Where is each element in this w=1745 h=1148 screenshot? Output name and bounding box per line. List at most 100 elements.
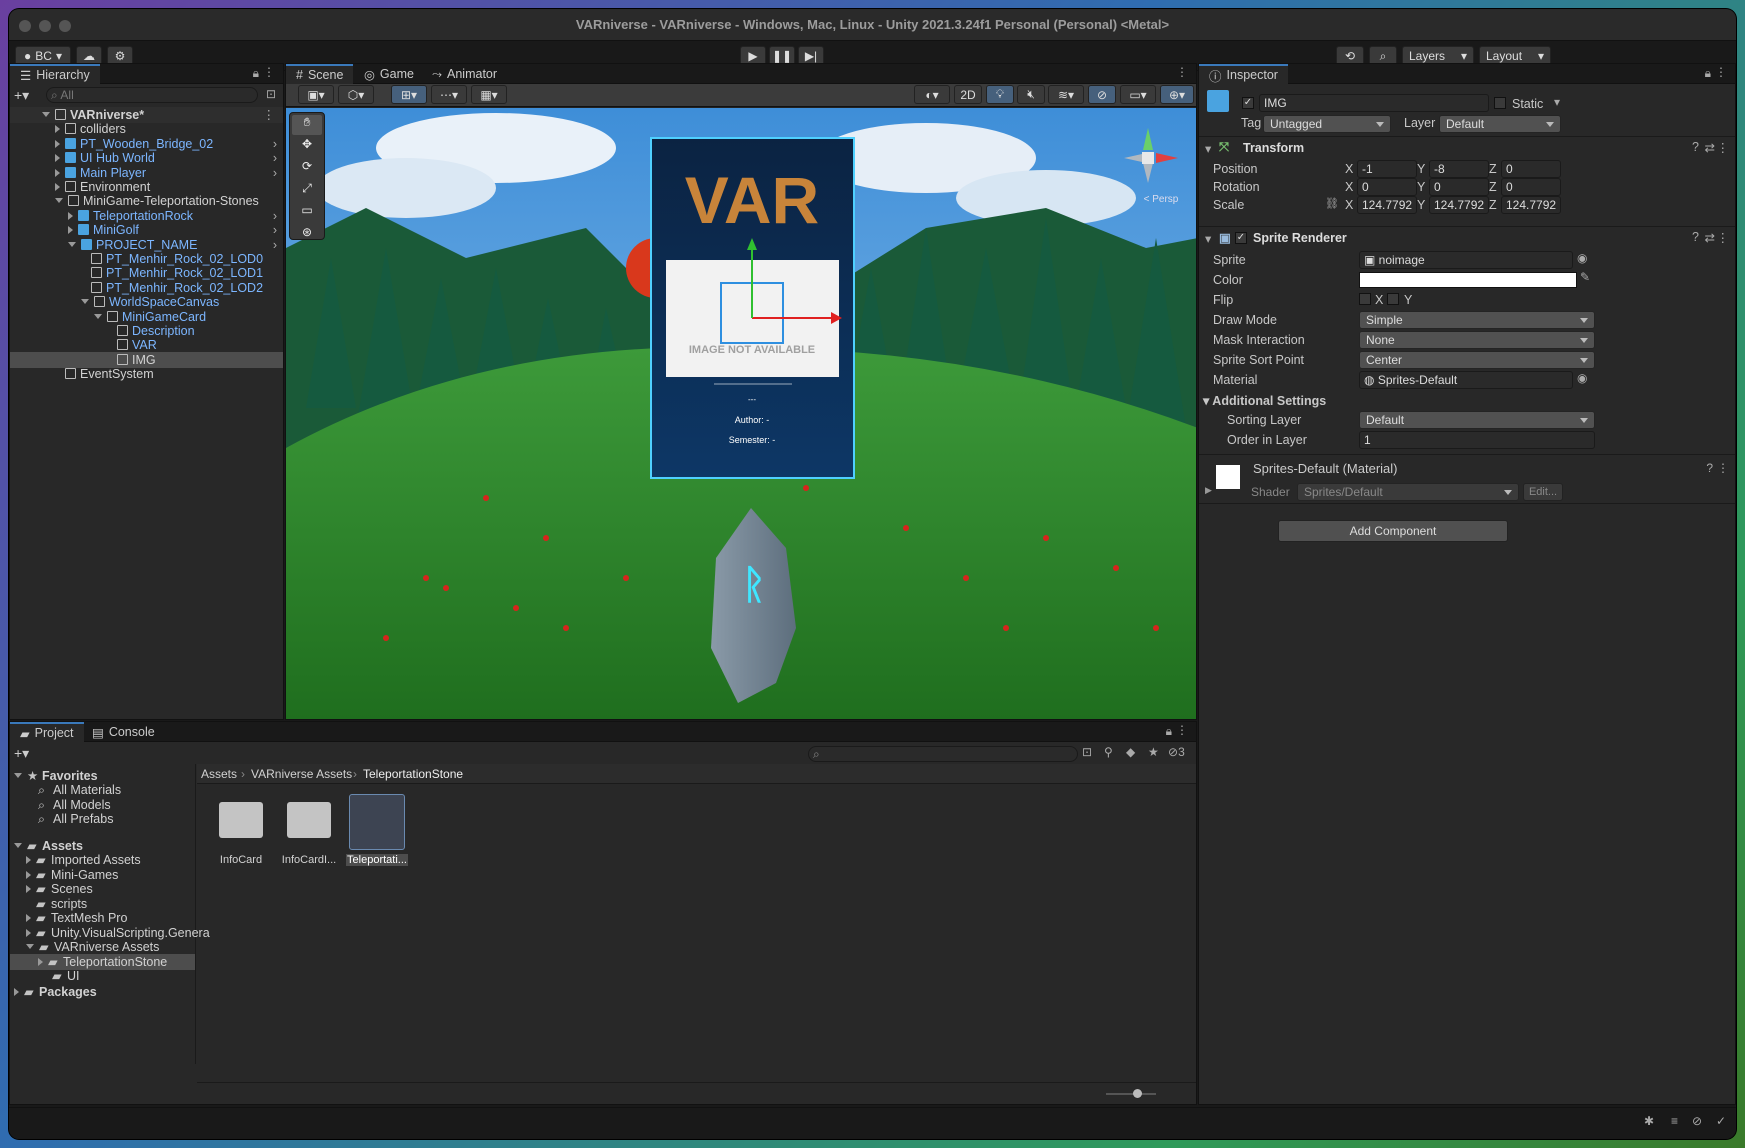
axis-label[interactable]: Y: [1417, 198, 1425, 212]
hierarchy-search-input[interactable]: ⌕ All: [46, 87, 258, 103]
tab-hierarchy[interactable]: ☰ Hierarchy: [10, 64, 100, 84]
shader-dropdown[interactable]: Sprites/Default: [1297, 483, 1519, 501]
asset-item[interactable]: InfoCard: [210, 792, 272, 872]
chevron-right-icon[interactable]: ▶: [1205, 485, 1212, 496]
chevron-right-icon[interactable]: [38, 957, 43, 966]
flip-y-checkbox[interactable]: [1387, 293, 1399, 305]
more-icon[interactable]: ⋮: [1717, 461, 1729, 475]
edit-shader-button[interactable]: Edit...: [1523, 483, 1563, 501]
zoom-slider-thumb[interactable]: [1133, 1089, 1142, 1098]
hand-tool-icon[interactable]: ✋︎: [292, 115, 322, 135]
flip-x-checkbox[interactable]: [1359, 293, 1371, 305]
chevron-right-icon[interactable]: [26, 885, 31, 893]
transform-tool-icon[interactable]: ⊛: [292, 225, 322, 245]
eyedropper-icon[interactable]: ✎: [1580, 270, 1590, 284]
link-icon[interactable]: ⛓: [1325, 197, 1339, 210]
active-checkbox[interactable]: ✓: [1242, 97, 1254, 109]
transform-position-x-field[interactable]: -1: [1357, 160, 1417, 178]
lock-icon[interactable]: 🔒︎: [1166, 724, 1172, 739]
asset-item[interactable]: InfoCardI...: [278, 792, 340, 872]
layer-dropdown[interactable]: Default: [1439, 115, 1561, 133]
chevron-right-icon[interactable]: [55, 139, 60, 148]
scene-viewport[interactable]: VAR IMAGE NOT AVAILABLE --- Author: - Se…: [286, 108, 1196, 719]
transform-scale-y-field[interactable]: 124.7792: [1429, 196, 1489, 214]
sprite-renderer-enabled-checkbox[interactable]: ✓: [1235, 232, 1247, 244]
lock-icon[interactable]: 🔒︎: [1705, 66, 1711, 81]
rotate-tool-icon[interactable]: ⟳: [292, 159, 322, 179]
move-tool-icon[interactable]: ✥: [292, 137, 322, 157]
help-icon[interactable]: ?: [1692, 140, 1699, 154]
chevron-right-icon[interactable]: [55, 125, 60, 134]
breadcrumb-assets[interactable]: Assets: [201, 767, 237, 781]
add-object-button[interactable]: +▾: [14, 87, 40, 103]
chevron-down-icon[interactable]: [14, 843, 22, 848]
favorite-search[interactable]: ⌕ All Prefabs: [10, 811, 195, 827]
sprite-renderer-header[interactable]: ▾ ▣ ✓ Sprite Renderer ? ⇄ ⋮: [1199, 226, 1735, 248]
search-by-type-icon[interactable]: ⊡: [1082, 745, 1092, 759]
object-picker-icon[interactable]: ◉: [1577, 251, 1587, 265]
axis-label[interactable]: X: [1345, 162, 1353, 176]
chevron-down-icon[interactable]: [81, 299, 89, 305]
more-icon[interactable]: ⋮: [1717, 140, 1730, 155]
create-asset-button[interactable]: +▾: [14, 745, 29, 762]
toggle-2d-button[interactable]: 2D: [954, 85, 982, 104]
chevron-down-icon[interactable]: [42, 112, 50, 117]
chevron-down-icon[interactable]: [26, 944, 34, 949]
more-icon[interactable]: ⋮: [263, 65, 275, 79]
add-component-button[interactable]: Add Component: [1278, 520, 1508, 542]
network-icon[interactable]: ⊘: [1692, 1114, 1702, 1128]
axis-label[interactable]: Z: [1489, 198, 1497, 212]
effects-button[interactable]: ◐▾: [914, 85, 950, 104]
asset-item[interactable]: Teleportati...: [346, 792, 408, 872]
color-swatch[interactable]: [1359, 272, 1577, 288]
transform-rotation-y-field[interactable]: 0: [1429, 178, 1489, 196]
chevron-right-icon[interactable]: [26, 856, 31, 864]
hierarchy-item[interactable]: EventSystem: [10, 366, 283, 382]
help-icon[interactable]: ?: [1706, 461, 1713, 475]
render-mode-button[interactable]: ⬡▾: [338, 85, 374, 104]
draw-mode-dropdown[interactable]: Simple: [1359, 311, 1595, 329]
project-search-input[interactable]: ⌕: [808, 746, 1078, 762]
more-icon[interactable]: ⋮: [1715, 65, 1727, 79]
more-icon[interactable]: ⋮: [1176, 723, 1188, 737]
audio-button[interactable]: 🔇︎: [1017, 85, 1045, 104]
more-icon[interactable]: ⋮: [1176, 65, 1188, 79]
hidden-packages-icon[interactable]: ⊘3: [1168, 745, 1185, 759]
tab-project[interactable]: ▰ Project: [10, 722, 84, 742]
order-in-layer-field[interactable]: 1: [1359, 431, 1595, 449]
snap-increment-button[interactable]: ⋯▾: [431, 85, 467, 104]
filter-icon[interactable]: ⚲: [1104, 745, 1113, 759]
breadcrumb-teleportationstone[interactable]: TeleportationStone: [363, 767, 463, 781]
transform-position-z-field[interactable]: 0: [1501, 160, 1561, 178]
grid-visibility-button[interactable]: ▦▾: [471, 85, 507, 104]
additional-settings-foldout[interactable]: ▾ Additional Settings: [1203, 393, 1326, 408]
static-checkbox[interactable]: [1494, 97, 1506, 109]
draw-mode-button[interactable]: ▣▾: [298, 85, 334, 104]
transform-scale-x-field[interactable]: 124.7792: [1357, 196, 1417, 214]
axis-label[interactable]: Y: [1417, 180, 1425, 194]
tab-inspector[interactable]: ⓘ Inspector: [1199, 64, 1288, 84]
chevron-right-icon[interactable]: [14, 988, 19, 996]
chevron-right-icon[interactable]: [55, 154, 60, 163]
axis-label[interactable]: X: [1345, 180, 1353, 194]
tab-console[interactable]: ▤ Console: [82, 722, 165, 742]
lighting-button[interactable]: 💡︎: [986, 85, 1014, 104]
object-picker-icon[interactable]: ◉: [1577, 371, 1587, 385]
transform-rotation-x-field[interactable]: 0: [1357, 178, 1417, 196]
chevron-right-icon[interactable]: [68, 211, 73, 220]
transform-rotation-z-field[interactable]: 0: [1501, 178, 1561, 196]
chevron-right-icon[interactable]: [26, 914, 31, 922]
help-icon[interactable]: ?: [1692, 230, 1699, 244]
camera-button[interactable]: ▭▾: [1120, 85, 1156, 104]
transform-header[interactable]: ▾ ⤧ Transform ? ⇄ ⋮: [1199, 136, 1735, 158]
sprite-field[interactable]: ▣ noimage: [1359, 251, 1573, 269]
tab-animator[interactable]: ⤳ Animator: [422, 64, 507, 84]
gizmos-button[interactable]: ⊕▾: [1160, 85, 1194, 104]
chevron-right-icon[interactable]: [55, 183, 60, 191]
bug-icon[interactable]: ✱: [1644, 1114, 1654, 1128]
object-name-field[interactable]: IMG: [1259, 94, 1489, 112]
mask-interaction-dropdown[interactable]: None: [1359, 331, 1595, 349]
chevron-down-icon[interactable]: [94, 313, 102, 319]
sorting-layer-dropdown[interactable]: Default: [1359, 411, 1595, 429]
zoom-slider[interactable]: [1106, 1093, 1156, 1095]
